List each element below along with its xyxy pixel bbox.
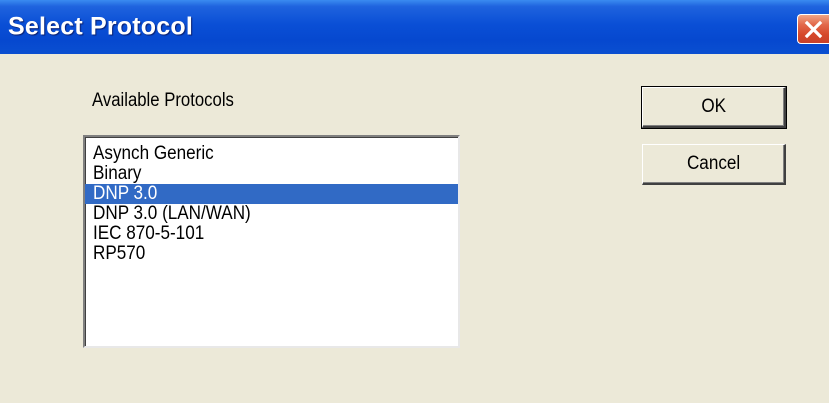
ok-button-label: OK [701,96,726,117]
protocol-item-label: DNP 3.0 [93,183,158,204]
protocol-item-dnp-3-0[interactable]: DNP 3.0 [85,184,458,204]
close-button[interactable] [797,14,829,44]
protocol-item-binary[interactable]: Binary [85,164,458,184]
protocol-listbox[interactable]: Asynch Generic Binary DNP 3.0 DNP 3.0 (L… [83,135,460,348]
protocol-item-rp570[interactable]: RP570 [85,244,458,264]
protocol-item-label: Asynch Generic [93,143,214,164]
protocol-item-iec-870-5-101[interactable]: IEC 870-5-101 [85,224,458,244]
title-bar[interactable]: Select Protocol [0,0,829,54]
protocol-item-asynch-generic[interactable]: Asynch Generic [85,144,458,164]
protocol-item-dnp-3-0-lan-wan[interactable]: DNP 3.0 (LAN/WAN) [85,204,458,224]
select-protocol-dialog: Select Protocol Available Protocols Asyn… [0,0,829,403]
available-protocols-label: Available Protocols [92,90,234,111]
cancel-button[interactable]: Cancel [642,144,786,185]
cancel-button-label: Cancel [686,153,741,174]
ok-button[interactable]: OK [641,86,787,129]
close-icon [804,20,823,39]
protocol-item-label: RP570 [93,243,146,264]
protocol-item-label: IEC 870-5-101 [93,223,205,244]
window-title: Select Protocol [8,12,193,41]
protocol-item-label: DNP 3.0 (LAN/WAN) [93,203,251,224]
protocol-item-label: Binary [93,163,142,184]
